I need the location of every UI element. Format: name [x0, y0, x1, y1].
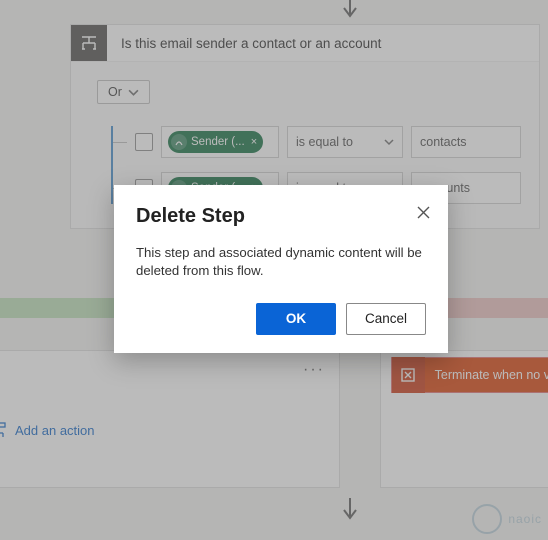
remove-token-icon[interactable]: × [249, 136, 257, 148]
token-label: Sender (... [191, 136, 245, 148]
dialog-title: Delete Step [136, 205, 426, 228]
dynamic-token[interactable]: Sender (... × [168, 131, 263, 153]
condition-title: Is this email sender a contact or an acc… [107, 36, 395, 51]
condition-header[interactable]: Is this email sender a contact or an acc… [71, 25, 539, 62]
close-icon [417, 206, 430, 219]
operand-left[interactable]: Sender (... × [161, 126, 279, 158]
logic-dropdown[interactable]: Or [97, 80, 150, 104]
dynamics-icon [171, 134, 187, 150]
dialog-close-button[interactable] [412, 201, 434, 223]
chevron-down-icon [384, 137, 394, 147]
cancel-button[interactable]: Cancel [346, 303, 426, 335]
operand-right[interactable]: contacts [411, 126, 521, 158]
terminate-card-header[interactable]: Terminate when no val [391, 357, 548, 393]
flow-arrow-bottom [340, 498, 360, 522]
add-action-icon [0, 421, 7, 439]
add-action-button[interactable]: Add an action [0, 421, 95, 439]
card-menu-button[interactable]: ··· [303, 361, 325, 379]
delete-step-dialog: Delete Step This step and associated dyn… [114, 185, 448, 353]
ok-button[interactable]: OK [256, 303, 336, 335]
chevron-down-icon [128, 87, 139, 98]
condition-icon [71, 25, 107, 61]
operator-label: is equal to [296, 135, 353, 149]
dialog-body: This step and associated dynamic content… [136, 244, 426, 281]
row-checkbox[interactable] [135, 133, 153, 151]
logo-text: naoic [508, 512, 542, 526]
logic-label: Or [108, 85, 122, 99]
operator-dropdown[interactable]: is equal to [287, 126, 403, 158]
terminate-label: Terminate when no val [425, 368, 548, 382]
add-action-label: Add an action [15, 423, 95, 438]
no-branch-card[interactable]: Terminate when no val [380, 350, 548, 488]
condition-row: Sender (... × is equal to contacts [113, 126, 521, 158]
tree-connector [113, 142, 127, 143]
yes-branch-card[interactable]: ··· Add an action [0, 350, 340, 488]
value-text: contacts [420, 135, 467, 149]
watermark-logo: naoic [472, 504, 542, 534]
flow-arrow-top [340, 0, 360, 20]
terminate-icon [392, 357, 425, 393]
logo-circle-icon [472, 504, 502, 534]
